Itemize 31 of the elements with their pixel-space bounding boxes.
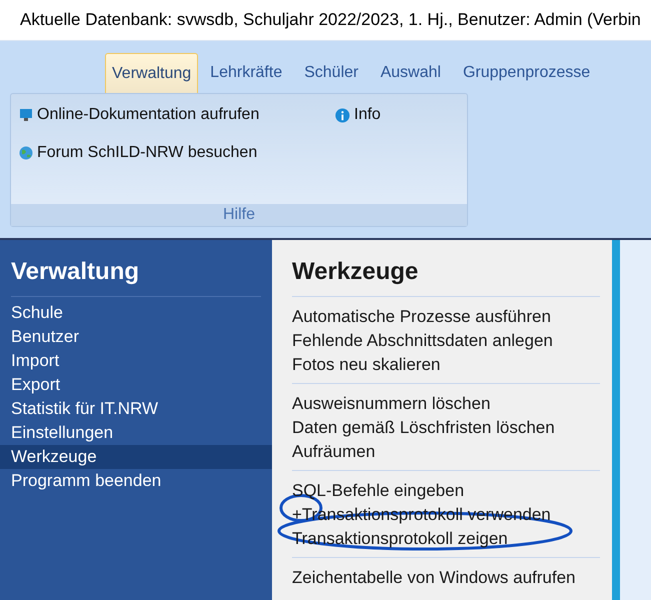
sidebar-item[interactable]: Import: [0, 349, 272, 373]
ribbon-tab[interactable]: Schüler: [294, 53, 368, 93]
content-title: Werkzeuge: [292, 257, 420, 287]
info-icon: [335, 108, 350, 122]
sidebar-item[interactable]: Einstellungen: [0, 421, 272, 445]
sidebar-item[interactable]: Werkzeuge: [0, 445, 272, 469]
tool-link[interactable]: Ausweisnummern löschen: [292, 394, 490, 413]
tool-link[interactable]: SQL-Befehle eingeben: [292, 481, 464, 500]
ribbon-button[interactable]: Online-Dokumentation aufrufen: [19, 96, 335, 134]
tool-link[interactable]: Fotos neu skalieren: [292, 355, 440, 374]
tool-link[interactable]: Aufräumen: [292, 442, 376, 461]
ribbon-tab[interactable]: Gruppenprozesse: [452, 53, 600, 93]
ribbon-button[interactable]: Forum SchILD-NRW besuchen: [19, 134, 335, 172]
sidebar-item[interactable]: Export: [0, 373, 272, 397]
ribbon-tab[interactable]: Lehrkräfte: [200, 53, 292, 93]
group-label: Hilfe: [222, 205, 255, 225]
tool-link[interactable]: Zeichentabelle von Windows aufrufen: [292, 568, 576, 587]
ribbon-button[interactable]: Info: [335, 96, 467, 134]
tool-link[interactable]: Daten gemäß Löschfristen löschen: [292, 418, 555, 437]
tool-link[interactable]: Automatische Prozesse ausführen: [292, 307, 551, 326]
monitor-icon: [19, 108, 33, 122]
globe-icon: [19, 146, 33, 160]
tool-link[interactable]: Fehlende Abschnittsdaten anlegen: [292, 331, 553, 350]
sidebar-title: Verwaltung: [10, 257, 140, 287]
sidebar-item[interactable]: Schule: [0, 301, 272, 325]
sidebar-item[interactable]: Statistik für IT.NRW: [0, 397, 272, 421]
window-title: Aktuelle Datenbank: svwsdb, Schuljahr 2022/2023, 1. Hj., Benutzer: Admin (Verbin: [20, 9, 641, 32]
sidebar-item[interactable]: Programm beenden: [0, 469, 272, 493]
ribbon-tab[interactable]: Auswahl: [370, 53, 451, 93]
sidebar-item[interactable]: Benutzer: [0, 325, 272, 349]
ribbon-tab[interactable]: Verwaltung: [105, 53, 198, 93]
